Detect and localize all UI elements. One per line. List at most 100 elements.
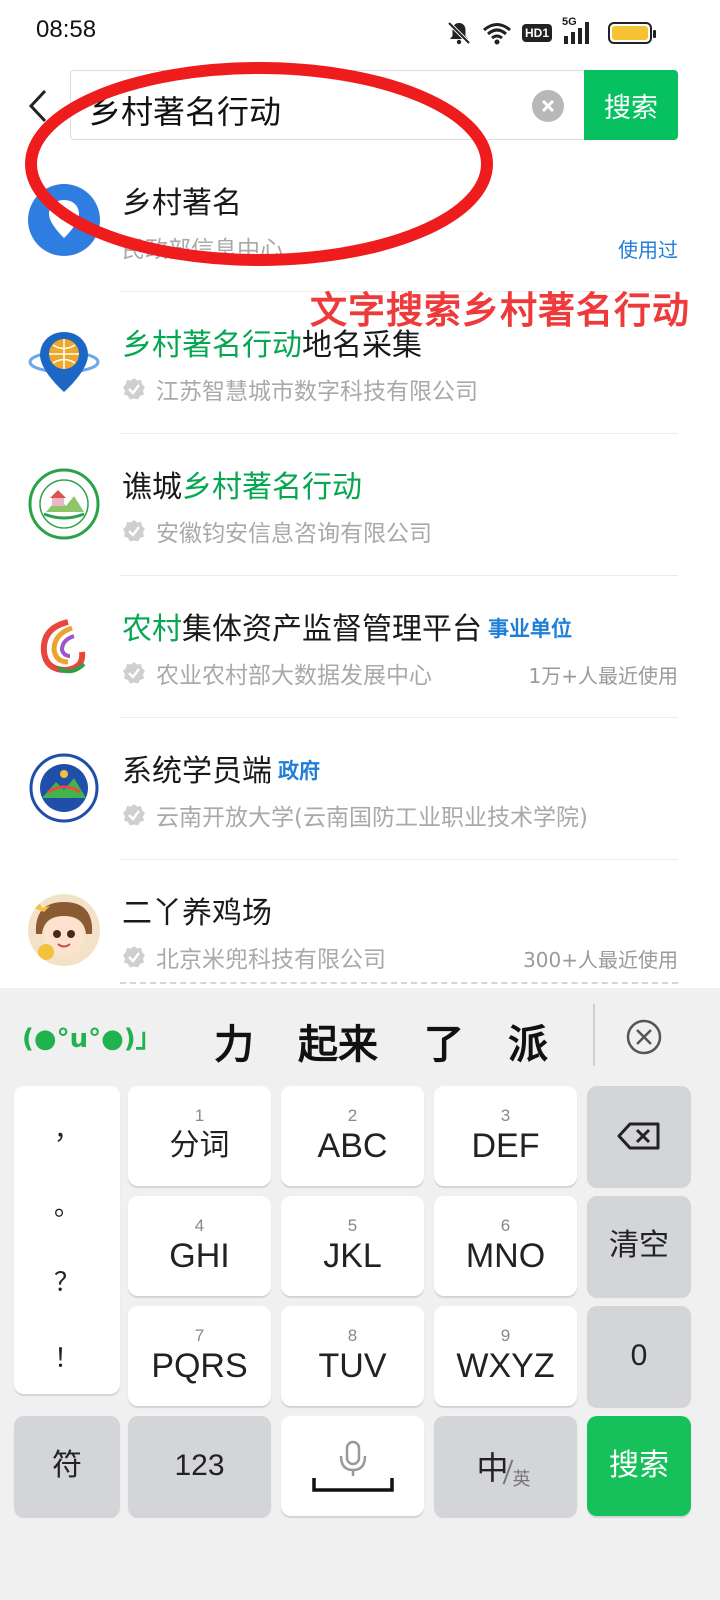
- key-0[interactable]: 0: [587, 1306, 691, 1406]
- clear-search-button[interactable]: [532, 90, 564, 122]
- battery-level: [612, 26, 648, 40]
- result-title-part: 二丫养鸡场: [122, 896, 272, 931]
- punct-period-key[interactable]: 。: [14, 1186, 120, 1223]
- backspace-icon: [617, 1122, 660, 1150]
- annotation-text: 文字搜索乡村著名行动: [310, 289, 690, 332]
- space-voice-key[interactable]: [281, 1416, 424, 1516]
- punct-comma-key[interactable]: ，: [14, 1110, 120, 1147]
- result-developer: 云南开放大学(云南国防工业职业技术学院): [156, 805, 588, 831]
- key-2[interactable]: 2 ABC: [281, 1086, 424, 1186]
- annotation-ellipse: [25, 62, 493, 266]
- key-label: 0: [630, 1339, 648, 1372]
- result-developer: 江苏智慧城市数字科技有限公司: [156, 379, 478, 405]
- result-item[interactable]: 农村集体资产监督管理平台 事业单位 农业农村部大数据发展中心 1万+人最近使用: [0, 576, 720, 718]
- close-candidates-icon[interactable]: [625, 1018, 663, 1056]
- number-mode-key[interactable]: 123: [128, 1416, 271, 1516]
- verified-badge-icon: [123, 804, 145, 826]
- key-label: PQRS: [151, 1347, 248, 1385]
- close-icon: [541, 99, 555, 113]
- key-label: TUV: [318, 1347, 387, 1385]
- search-button[interactable]: 搜索: [584, 70, 678, 140]
- verified-badge-icon: [123, 378, 145, 400]
- key-label: 123: [174, 1449, 225, 1482]
- result-title-part: 谯城: [122, 470, 182, 505]
- candidate-word[interactable]: 起来: [298, 1012, 378, 1070]
- result-title: 系统学员端 政府: [122, 746, 320, 790]
- key-4[interactable]: 4 GHI: [128, 1196, 271, 1296]
- candidate-word[interactable]: 了: [424, 1012, 464, 1070]
- verified-badge-icon: [123, 662, 145, 684]
- key-number: 8: [347, 1326, 358, 1345]
- key-9[interactable]: 9 WXYZ: [434, 1306, 577, 1406]
- result-developer: 北京米兜科技有限公司: [156, 947, 386, 973]
- key-number: 4: [194, 1216, 205, 1235]
- key-label: JKL: [323, 1237, 382, 1275]
- candidate-word[interactable]: 派: [508, 1012, 548, 1070]
- key-1[interactable]: 1 分词: [128, 1086, 271, 1186]
- result-subtitle: 北京米兜科技有限公司: [122, 940, 386, 974]
- result-item[interactable]: 系统学员端 政府 云南开放大学(云南国防工业职业技术学院): [0, 718, 720, 860]
- school-emblem-icon: [28, 752, 100, 824]
- key-6[interactable]: 6 MNO: [434, 1196, 577, 1296]
- key-label: 搜索: [609, 1448, 669, 1483]
- key-label: DEF: [471, 1127, 540, 1165]
- key-number: 7: [194, 1326, 205, 1345]
- key-number: 3: [500, 1106, 511, 1125]
- ime-keyboard: (●°u°●)」 力 起来 了 派 ， 。 ？ ！ 1 分词 2 ABC 3 D…: [0, 988, 720, 1600]
- result-developer: 安徽钧安信息咨询有限公司: [156, 521, 432, 547]
- wifi-icon: [483, 23, 511, 45]
- battery-icon: [608, 22, 656, 44]
- key-8[interactable]: 8 TUV: [281, 1306, 424, 1406]
- result-title-highlight: 乡村著名行动: [182, 470, 362, 505]
- backspace-key[interactable]: [587, 1086, 691, 1186]
- cartoon-girl-avatar-icon: [28, 894, 100, 966]
- candidate-bar: (●°u°●)」 力 起来 了 派: [0, 988, 720, 1080]
- signal-icon: 5G: [562, 16, 594, 46]
- result-meta: 1万+人最近使用: [528, 664, 678, 688]
- key-number: 9: [500, 1326, 511, 1345]
- result-title: 农村集体资产监督管理平台 事业单位: [122, 604, 572, 648]
- mute-bell-icon: [447, 21, 471, 45]
- status-time: 08:58: [36, 16, 97, 43]
- key-label: WXYZ: [456, 1347, 555, 1385]
- globe-pin-icon: [28, 326, 100, 398]
- punct-question-key[interactable]: ？: [14, 1262, 120, 1299]
- key-label: MNO: [465, 1237, 546, 1275]
- key-7[interactable]: 7 PQRS: [128, 1306, 271, 1406]
- lang-sub-label: 英: [512, 1469, 531, 1490]
- candidate-word[interactable]: 力: [214, 1012, 254, 1070]
- key-5[interactable]: 5 JKL: [281, 1196, 424, 1296]
- org-type-tag: 事业单位: [488, 617, 572, 641]
- result-title-highlight: 乡村著名行动: [122, 328, 302, 363]
- key-number: 5: [347, 1216, 358, 1235]
- microphone-icon: [311, 1440, 394, 1492]
- symbol-key[interactable]: 符: [14, 1416, 120, 1516]
- key-label: 清空: [609, 1228, 669, 1263]
- status-bar: 08:58 HD1 5G: [0, 0, 720, 64]
- result-item[interactable]: 谯城乡村著名行动 安徽钧安信息咨询有限公司: [0, 434, 720, 576]
- result-title: 二丫养鸡场: [122, 888, 272, 932]
- verified-badge-icon: [123, 520, 145, 542]
- key-3[interactable]: 3 DEF: [434, 1086, 577, 1186]
- punctuation-column: ， 。 ？ ！: [14, 1086, 120, 1394]
- enter-search-key[interactable]: 搜索: [587, 1416, 691, 1516]
- result-meta: 300+人最近使用: [523, 948, 678, 972]
- result-developer: 农业农村部大数据发展中心: [156, 663, 432, 689]
- village-seal-icon: [28, 468, 100, 540]
- language-switch-key[interactable]: 中 英: [434, 1416, 577, 1516]
- candidate-separator: [593, 1004, 595, 1066]
- result-meta: 使用过: [618, 238, 678, 262]
- result-item[interactable]: 二丫养鸡场 北京米兜科技有限公司 300+人最近使用: [0, 860, 720, 1002]
- punct-exclaim-key[interactable]: ！: [14, 1338, 120, 1375]
- key-label: 分词: [169, 1128, 230, 1163]
- swirl-logo-icon: [28, 610, 100, 682]
- status-icons: HD1 5G: [446, 16, 594, 50]
- language-toggle: 中 英: [471, 1441, 541, 1491]
- clear-key[interactable]: 清空: [587, 1196, 691, 1296]
- result-title-part: 集体资产监督管理平台: [182, 612, 482, 647]
- search-results-list: 乡村著名 民政部信息中心 使用过 乡村著名行动地名采集 江苏智慧城市数字科技有限…: [0, 150, 720, 1002]
- key-number: 6: [500, 1216, 511, 1235]
- key-label: 符: [52, 1448, 82, 1483]
- result-subtitle: 农业农村部大数据发展中心: [122, 656, 432, 690]
- emoticon-candidate[interactable]: (●°u°●)」: [22, 1018, 162, 1055]
